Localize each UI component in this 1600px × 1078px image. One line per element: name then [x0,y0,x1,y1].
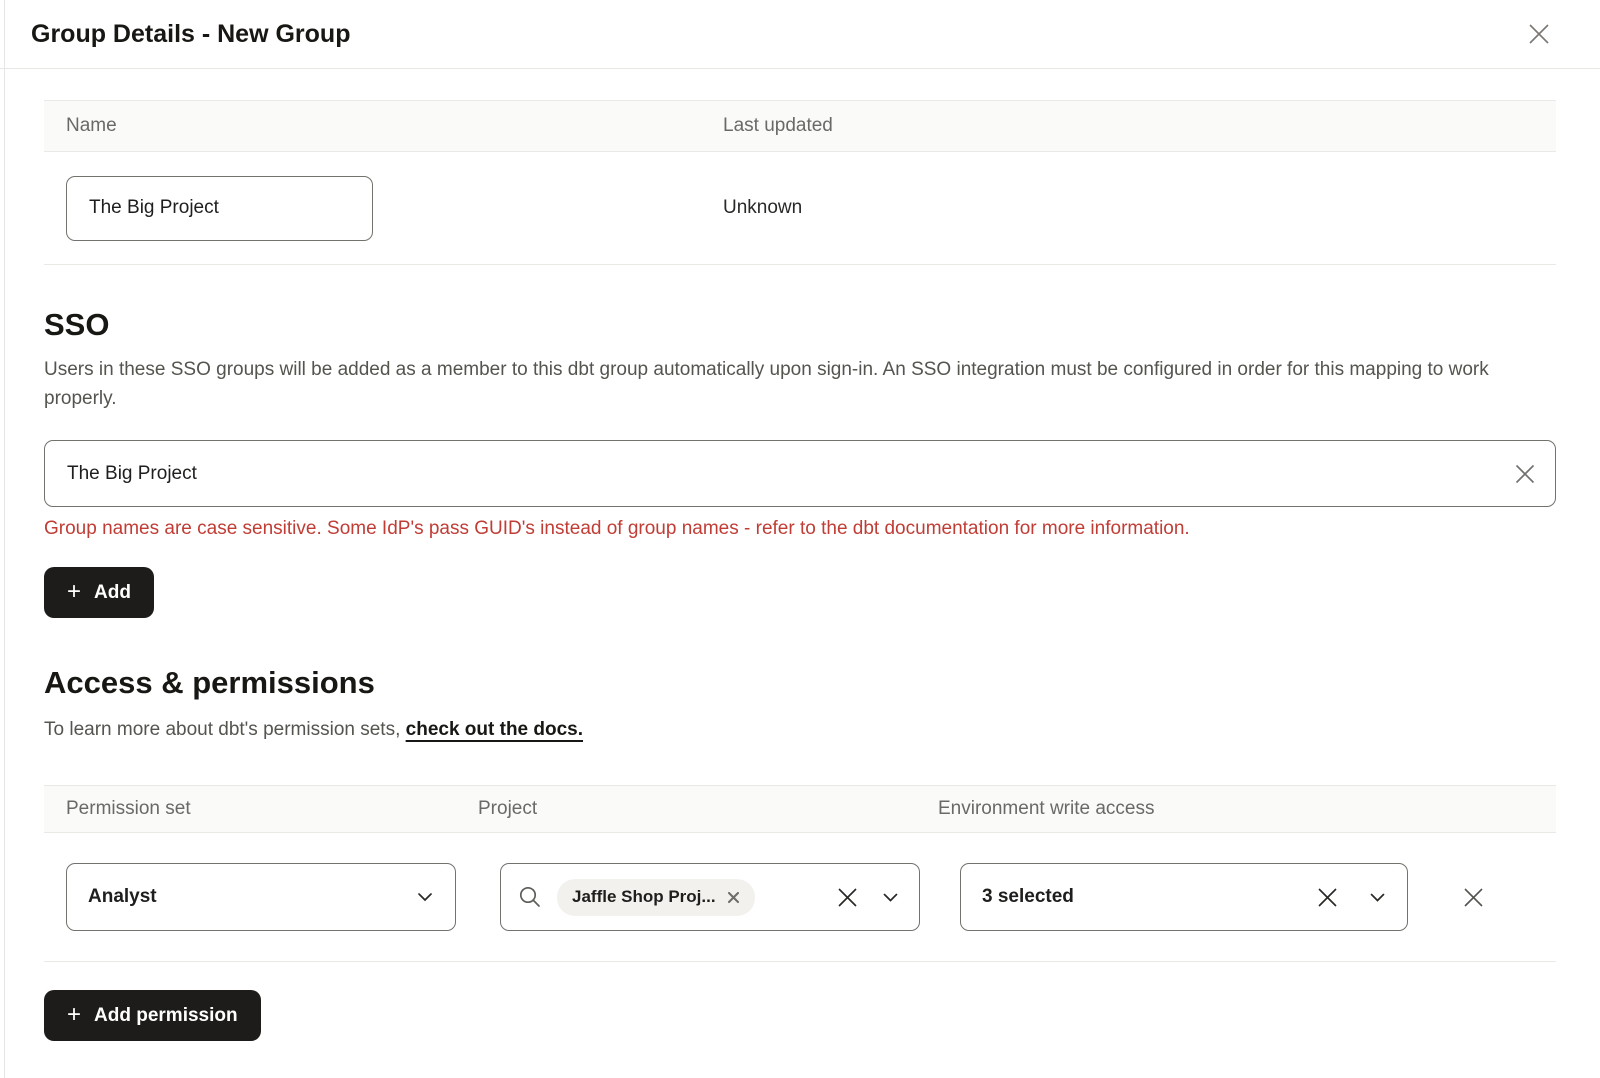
add-sso-group-button[interactable]: + Add [44,567,154,618]
delete-permission-row-button[interactable] [1460,884,1487,911]
permission-set-value: Analyst [88,886,157,908]
permission-set-select[interactable]: Analyst [66,863,456,931]
chevron-down-icon [416,891,434,903]
chevron-down-icon[interactable] [882,892,899,903]
project-clear-button[interactable] [835,885,860,910]
clear-icon [835,885,860,910]
sso-group-clear-button[interactable] [1512,461,1538,487]
column-header-project: Project [478,798,938,820]
permission-row: Analyst Jaffle Shop Proj... [44,833,1556,962]
search-icon [517,884,543,910]
chip-remove-icon[interactable] [727,891,740,904]
permissions-table-header: Permission set Project Environment write… [44,785,1556,833]
close-icon [1525,20,1553,48]
column-header-last-updated: Last updated [723,115,833,137]
column-header-permission-set: Permission set [44,798,478,820]
add-permission-button[interactable]: + Add permission [44,990,261,1041]
environment-clear-button[interactable] [1315,885,1340,910]
add-button-label: Add [94,582,131,604]
sso-group-field [44,440,1556,507]
last-updated-value: Unknown [723,197,802,219]
permissions-table: Permission set Project Environment write… [44,785,1556,962]
sso-warning-text: Group names are case sensitive. Some IdP… [44,518,1556,540]
column-header-environment-write-access: Environment write access [938,798,1154,820]
sso-group-input[interactable] [44,440,1556,507]
project-chip[interactable]: Jaffle Shop Proj... [557,879,755,916]
sso-description: Users in these SSO groups will be added … [44,355,1514,413]
permissions-description-text: To learn more about dbt's permission set… [44,719,406,740]
environment-write-access-select[interactable]: 3 selected [960,863,1408,931]
plus-icon: + [67,580,81,604]
drawer-left-edge [4,0,5,1078]
project-chip-label: Jaffle Shop Proj... [572,887,716,907]
column-header-name: Name [44,115,723,137]
docs-link[interactable]: check out the docs. [406,719,583,740]
row-delete-icon [1460,884,1487,911]
chevron-down-icon[interactable] [1369,892,1386,903]
group-details-drawer: Group Details - New Group Name Last upda… [0,0,1600,1078]
access-permissions-heading: Access & permissions [44,665,1556,701]
modal-header: Group Details - New Group [0,0,1600,69]
group-info-table: Name Last updated Unknown [44,100,1556,265]
project-multiselect[interactable]: Jaffle Shop Proj... [500,863,920,931]
close-button[interactable] [1525,20,1553,48]
sso-heading: SSO [44,307,1556,343]
clear-icon [1315,885,1340,910]
plus-icon: + [67,1003,81,1027]
modal-title: Group Details - New Group [31,20,350,49]
group-name-input[interactable] [66,176,373,241]
group-info-table-header: Name Last updated [44,100,1556,152]
group-info-table-row: Unknown [44,152,1556,265]
environment-write-access-value: 3 selected [982,886,1315,908]
add-permission-button-label: Add permission [94,1005,238,1027]
permissions-description: To learn more about dbt's permission set… [44,719,1556,741]
clear-icon [1512,461,1538,487]
